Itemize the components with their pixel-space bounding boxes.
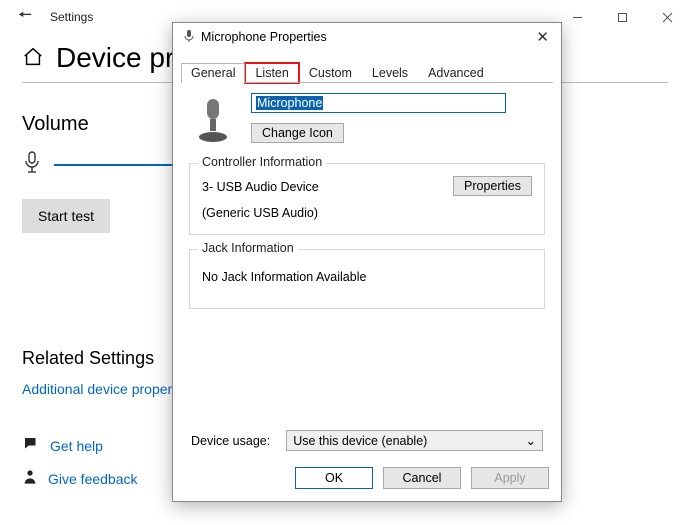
controller-info-group: Controller Information Properties 3- USB…	[189, 163, 545, 235]
give-feedback-link[interactable]: Give feedback	[48, 471, 138, 487]
controller-driver: (Generic USB Audio)	[202, 206, 532, 220]
back-arrow-icon[interactable]: 🠔	[0, 4, 50, 31]
apply-button[interactable]: Apply	[471, 467, 549, 489]
tab-advanced[interactable]: Advanced	[418, 63, 494, 83]
cancel-button[interactable]: Cancel	[383, 467, 461, 489]
dialog-titlebar: Microphone Properties ✕	[173, 23, 561, 51]
window-title: Settings	[50, 10, 93, 24]
chevron-down-icon: ⌄	[526, 433, 536, 448]
dialog-close-button[interactable]: ✕	[532, 28, 553, 46]
dialog-button-row: OK Cancel Apply	[173, 457, 561, 501]
jack-none-text: No Jack Information Available	[202, 270, 532, 284]
jack-legend: Jack Information	[198, 241, 298, 255]
device-icon	[189, 93, 237, 149]
dialog-title: Microphone Properties	[201, 30, 532, 44]
ok-button[interactable]: OK	[295, 467, 373, 489]
tab-levels[interactable]: Levels	[362, 63, 418, 83]
controller-properties-button[interactable]: Properties	[453, 176, 532, 196]
change-icon-button[interactable]: Change Icon	[251, 123, 344, 143]
microphone-properties-dialog: Microphone Properties ✕ General Listen C…	[172, 22, 562, 502]
microphone-titlebar-icon	[183, 29, 195, 46]
tab-custom[interactable]: Custom	[299, 63, 362, 83]
get-help-link[interactable]: Get help	[50, 438, 103, 454]
device-name-input[interactable]: Microphone	[251, 93, 506, 113]
start-test-button[interactable]: Start test	[22, 199, 110, 233]
tab-general[interactable]: General	[181, 63, 245, 83]
help-icon	[22, 435, 40, 456]
tab-panel-general: Microphone Change Icon Controller Inform…	[181, 82, 553, 457]
microphone-icon	[22, 150, 42, 179]
tab-listen[interactable]: Listen	[245, 63, 298, 83]
tabstrip: General Listen Custom Levels Advanced	[173, 51, 561, 83]
device-usage-value: Use this device (enable)	[293, 434, 427, 448]
controller-legend: Controller Information	[198, 155, 326, 169]
maximize-button[interactable]	[600, 3, 645, 31]
jack-info-group: Jack Information No Jack Information Ava…	[189, 249, 545, 309]
feedback-icon	[22, 468, 38, 489]
home-icon	[22, 46, 44, 71]
close-button[interactable]	[645, 3, 690, 31]
device-usage-select[interactable]: Use this device (enable) ⌄	[286, 430, 543, 451]
device-usage-label: Device usage:	[191, 434, 270, 448]
